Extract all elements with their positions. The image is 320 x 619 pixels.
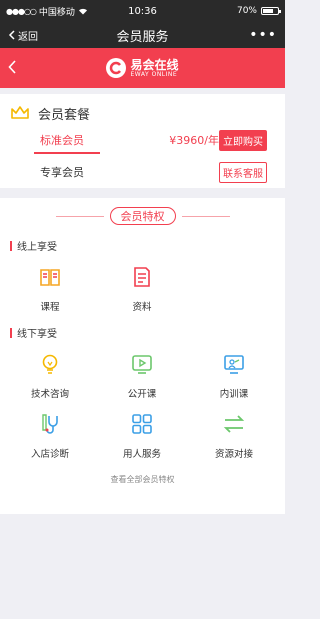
logo-text-cn: 易会在线 <box>130 57 179 72</box>
battery-percent: 70% <box>236 6 257 16</box>
more-icon[interactable]: ••• <box>249 28 277 42</box>
benefit-materials[interactable]: 资料 <box>96 265 188 313</box>
benefit-label: 内训课 <box>219 389 249 400</box>
back-button[interactable]: 返回 <box>8 28 38 43</box>
divider <box>181 215 230 217</box>
carrier-label: 中国移动 <box>38 7 75 18</box>
plan-price: ¥3960/年 <box>169 134 219 147</box>
plan-row-premium[interactable]: 专享会员 联系客服 <box>10 156 275 188</box>
plan-selected-indicator <box>34 152 100 154</box>
view-all-benefits-link[interactable]: 查看全部会员特权 <box>0 474 285 485</box>
benefit-resource-matching[interactable]: 资源对接 <box>188 412 280 460</box>
crown-icon <box>11 106 29 119</box>
section-offline: 线下享受 <box>10 325 285 340</box>
chevron-left-icon <box>8 30 15 40</box>
benefit-hr-service[interactable]: 用人服务 <box>96 412 188 460</box>
benefit-store-diagnosis[interactable]: 入店诊断 <box>4 412 96 460</box>
benefit-label: 入店诊断 <box>30 449 69 460</box>
benefit-label: 资源对接 <box>214 449 253 460</box>
benefit-consulting[interactable]: 技术咨询 <box>4 352 96 400</box>
battery-fill <box>263 9 273 13</box>
status-bar: ●●●○○ 中国移动 10:36 70% <box>0 0 285 22</box>
grid-icon <box>132 414 152 434</box>
plan-name-premium: 专享会员 <box>40 166 84 179</box>
signal-icon: ●●●○○ <box>6 6 37 16</box>
page-title: 会员服务 <box>116 29 169 45</box>
plan-row-standard[interactable]: 标准会员 ¥3960/年 立即购买 <box>10 124 275 156</box>
logo-mark-icon <box>106 58 127 78</box>
logo-text-en: EWAY ONLINE <box>130 70 178 78</box>
brand-logo: 易会在线 EWAY ONLINE <box>106 57 179 78</box>
benefit-label: 课程 <box>40 302 60 313</box>
back-label: 返回 <box>18 31 38 43</box>
battery-icon <box>261 7 281 15</box>
exchange-arrows-icon <box>223 415 245 433</box>
benefits-card: 会员特权 线上享受 课程 资料 线下享受 技术咨询 公开课 内训课 入店诊断 用… <box>0 198 285 514</box>
divider <box>55 215 104 217</box>
stethoscope-icon <box>42 414 58 434</box>
presenter-icon <box>224 355 244 374</box>
wifi-icon <box>78 8 87 15</box>
benefit-label: 技术咨询 <box>30 389 69 400</box>
membership-card: 会员套餐 标准会员 ¥3960/年 立即购买 专享会员 联系客服 <box>0 94 285 188</box>
benefit-label: 用人服务 <box>122 449 161 460</box>
section-offline-title: 线下享受 <box>17 329 57 340</box>
benefit-label: 资料 <box>132 302 152 313</box>
buy-now-button[interactable]: 立即购买 <box>219 129 267 151</box>
benefit-internal-training[interactable]: 内训课 <box>188 352 280 400</box>
benefit-open-class[interactable]: 公开课 <box>96 352 188 400</box>
lightbulb-icon <box>42 354 58 374</box>
contact-service-button[interactable]: 联系客服 <box>219 161 267 183</box>
section-online: 线上享受 <box>10 238 285 253</box>
benefits-title: 会员特权 <box>109 207 176 225</box>
benefit-course[interactable]: 课程 <box>4 265 96 313</box>
plan-name-standard: 标准会员 <box>40 134 84 147</box>
nav-bar: 返回 会员服务 ••• <box>0 22 285 48</box>
section-online-title: 线上享受 <box>17 242 57 253</box>
brand-header: 易会在线 EWAY ONLINE <box>0 48 285 88</box>
book-icon <box>40 269 60 286</box>
membership-title: 会员套餐 <box>38 107 91 123</box>
document-icon <box>134 267 150 287</box>
video-play-icon <box>132 355 152 374</box>
chevron-left-icon[interactable] <box>8 60 16 74</box>
benefit-label: 公开课 <box>127 389 157 400</box>
